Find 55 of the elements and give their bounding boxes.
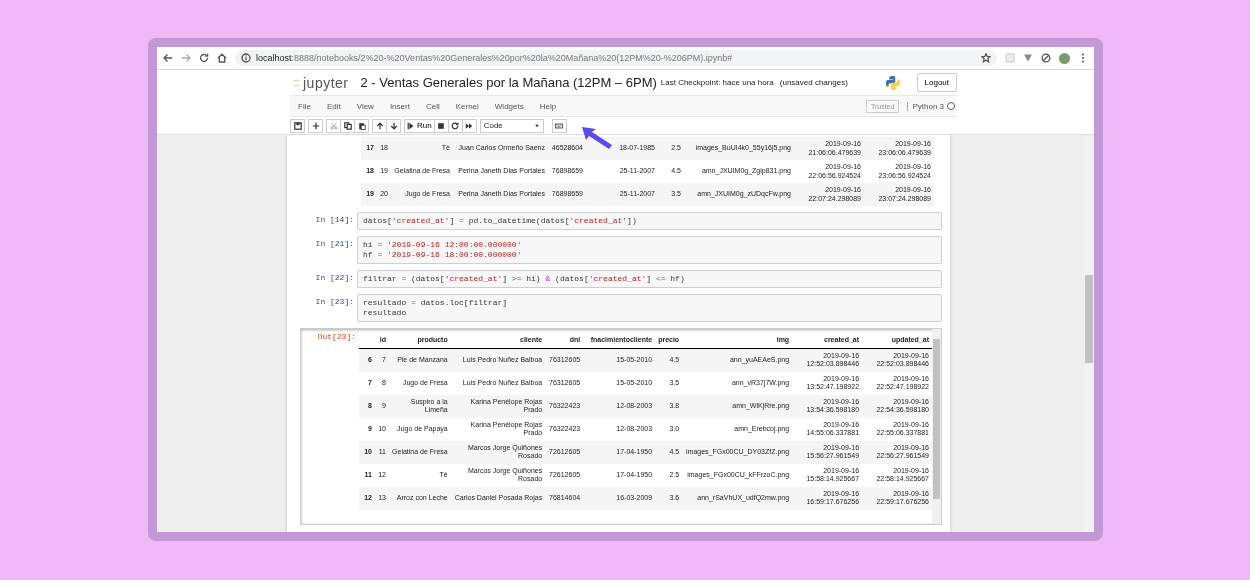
output-scrollbar[interactable] xyxy=(932,329,941,524)
code-cell[interactable]: datos['created_at'] = pd.to_datetime(datos['created_at']) xyxy=(357,212,942,230)
insert-cell-button[interactable] xyxy=(308,118,323,133)
info-icon xyxy=(241,53,251,63)
reload-icon[interactable] xyxy=(199,53,209,63)
menu-item[interactable]: Widgets xyxy=(486,101,532,111)
output-prompt: Out[23]: xyxy=(316,331,357,343)
menu-item[interactable]: Help xyxy=(531,101,565,111)
avatar[interactable] xyxy=(1059,52,1070,64)
fast-forward-icon xyxy=(465,121,474,130)
code-cell[interactable]: filtrar = (datos['created_at'] >= hi) & (datos['created_at'] <= hf) xyxy=(357,270,942,288)
back-icon[interactable] xyxy=(163,53,173,63)
checkpoint-status: Last Checkpoint: hace una hora xyxy=(660,78,774,87)
code-cell[interactable]: resultado = datos.loc[filtrar] resultado xyxy=(357,294,942,322)
input-prompt: In [21]: xyxy=(314,238,355,248)
python-logo-icon xyxy=(884,74,901,91)
up-arrow-icon xyxy=(375,121,384,130)
menu-item[interactable]: View xyxy=(348,101,382,111)
address-bar[interactable]: localhost:8888/notebooks/2%20-%20Ventas%20Generales%20por%20la%20Mañana%20(12PM%20-%206PM).ipynb# xyxy=(235,50,997,66)
star-icon[interactable] xyxy=(981,53,991,63)
caret-icon xyxy=(533,122,540,129)
stop-icon xyxy=(437,121,446,130)
funnel-icon[interactable] xyxy=(1023,53,1033,63)
input-prompt: In [23]: xyxy=(314,296,355,306)
restart-icon xyxy=(451,121,460,130)
save-button[interactable] xyxy=(290,118,305,133)
down-arrow-icon xyxy=(389,121,398,130)
run-button[interactable]: Run xyxy=(404,118,435,133)
plus-icon xyxy=(311,121,320,130)
jupyter-wordmark: jupyter xyxy=(303,74,349,91)
unsaved-status: (unsaved changes) xyxy=(779,78,848,87)
move-down-button[interactable] xyxy=(386,118,401,133)
copy-icon xyxy=(343,121,352,130)
menu-item[interactable]: Edit xyxy=(318,101,349,111)
notebook-title[interactable]: 2 - Ventas Generales por la Mañana (12PM – 6PM) xyxy=(360,75,657,90)
clipboard-icon xyxy=(357,121,366,130)
home-icon[interactable] xyxy=(217,53,227,63)
command-palette-button[interactable] xyxy=(551,118,567,133)
menu-item[interactable]: File xyxy=(290,101,319,111)
menu-item[interactable]: Insert xyxy=(381,101,418,111)
blocked-icon[interactable] xyxy=(1041,53,1051,63)
menu-item[interactable]: Kernel xyxy=(447,101,487,111)
scissors-icon xyxy=(329,121,338,130)
logout-button[interactable]: Logout xyxy=(916,73,957,92)
url-text: localhost:8888/notebooks/2%20-%20Ventas%20Generales%20por%20la%20Mañana%20(12PM%20-%206PM).ipynb# xyxy=(256,53,733,63)
menu-item[interactable]: Cell xyxy=(417,101,448,111)
input-prompt: In [14]: xyxy=(314,214,355,224)
cell-type-dropdown[interactable]: Code xyxy=(479,118,544,133)
code-cell[interactable]: hi = '2019-09-16 12:00:00.000000' hf = '2019-09-16 18:00:00.000000' xyxy=(357,236,942,264)
keyboard-icon xyxy=(555,121,564,130)
input-prompt: In [22]: xyxy=(314,272,355,282)
paste-button[interactable] xyxy=(354,118,369,133)
save-icon xyxy=(293,121,302,130)
step-forward-icon xyxy=(407,121,415,130)
kernel-name[interactable]: Python 3 xyxy=(907,101,944,111)
